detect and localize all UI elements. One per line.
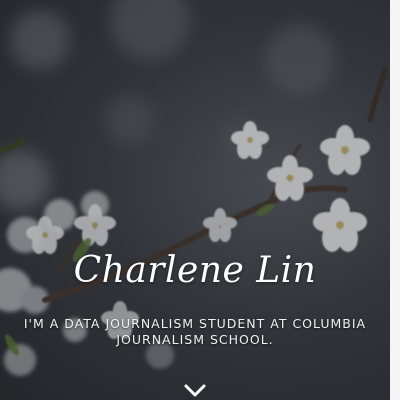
page-scrollbar[interactable]: [390, 0, 400, 400]
chevron-down-icon[interactable]: [183, 382, 207, 400]
hero-name-heading: Charlene Lin: [73, 250, 317, 291]
hero-section: Charlene Lin I'M A DATA JOURNALISM STUDE…: [0, 0, 390, 400]
hero-tagline: I'M A DATA JOURNALISM STUDENT AT COLUMBI…: [23, 316, 367, 347]
